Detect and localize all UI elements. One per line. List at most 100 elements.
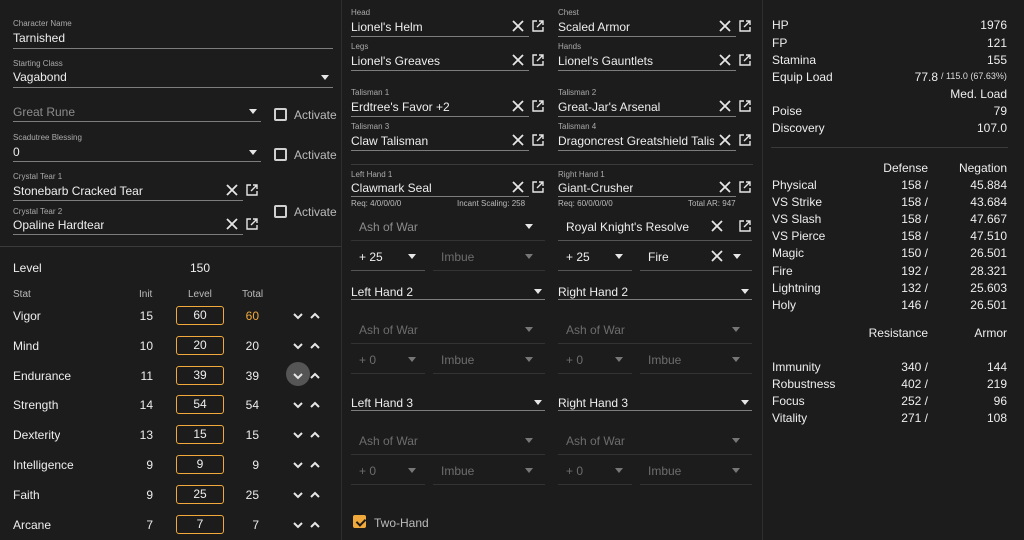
imbue-select[interactable]: Imbue	[441, 464, 474, 478]
ash-of-war-select[interactable]: Ash of War	[359, 323, 418, 337]
scadutree-activate-checkbox[interactable]	[274, 148, 287, 161]
close-icon[interactable]	[225, 183, 239, 197]
chevron-down-icon[interactable]	[525, 438, 533, 443]
chevron-up-icon[interactable]	[309, 429, 321, 441]
chevron-down-icon[interactable]	[741, 400, 749, 405]
open-external-icon[interactable]	[531, 53, 545, 67]
chevron-down-icon[interactable]	[741, 289, 749, 294]
close-icon[interactable]	[511, 53, 525, 67]
chevron-down-icon[interactable]	[292, 519, 304, 531]
stat-level-input[interactable]: 9	[176, 455, 224, 474]
right-hand-1-ash-of-war[interactable]: Royal Knight's Resolve	[566, 220, 689, 234]
open-external-icon[interactable]	[738, 133, 752, 147]
upgrade-select[interactable]: + 0	[566, 464, 583, 478]
close-icon[interactable]	[710, 219, 724, 233]
great-rune-select[interactable]: Great Rune	[13, 105, 75, 119]
great-rune-activate-checkbox[interactable]	[274, 108, 287, 121]
legs-input[interactable]: Lionel's Greaves	[351, 54, 501, 68]
left-hand-1-ash-of-war[interactable]: Ash of War	[359, 220, 418, 234]
close-icon[interactable]	[710, 249, 724, 263]
close-icon[interactable]	[718, 53, 732, 67]
open-external-icon[interactable]	[738, 180, 752, 194]
open-external-icon[interactable]	[738, 53, 752, 67]
open-external-icon[interactable]	[245, 183, 259, 197]
chevron-down-icon[interactable]	[534, 289, 542, 294]
chevron-down-icon[interactable]	[292, 370, 304, 382]
upgrade-select[interactable]: + 0	[359, 464, 376, 478]
chevron-down-icon[interactable]	[408, 468, 416, 473]
open-external-icon[interactable]	[531, 19, 545, 33]
chevron-down-icon[interactable]	[249, 150, 257, 155]
chevron-down-icon[interactable]	[525, 327, 533, 332]
imbue-select[interactable]: Imbue	[441, 353, 474, 367]
upgrade-select[interactable]: + 0	[359, 353, 376, 367]
chevron-down-icon[interactable]	[534, 400, 542, 405]
imbue-select[interactable]: Imbue	[648, 353, 681, 367]
chevron-up-icon[interactable]	[309, 459, 321, 471]
chevron-down-icon[interactable]	[615, 254, 623, 259]
left-hand-1-imbue[interactable]: Imbue	[441, 250, 474, 264]
head-input[interactable]: Lionel's Helm	[351, 20, 501, 34]
chevron-down-icon[interactable]	[732, 327, 740, 332]
close-icon[interactable]	[511, 180, 525, 194]
lh3-select[interactable]: Left Hand 3	[351, 396, 413, 410]
chevron-up-icon[interactable]	[309, 370, 321, 382]
chevron-down-icon[interactable]	[733, 254, 741, 259]
tal3-input[interactable]: Claw Talisman	[351, 134, 501, 148]
chevron-down-icon[interactable]	[525, 254, 533, 259]
tal4-input[interactable]: Dragoncrest Greatshield Talisman	[558, 134, 714, 148]
open-external-icon[interactable]	[245, 217, 259, 231]
close-icon[interactable]	[718, 133, 732, 147]
tal1-input[interactable]: Erdtree's Favor +2	[351, 100, 501, 114]
chevron-down-icon[interactable]	[732, 357, 740, 362]
ash-of-war-select[interactable]: Ash of War	[566, 323, 625, 337]
ash-of-war-select[interactable]: Ash of War	[359, 434, 418, 448]
hands-input[interactable]: Lionel's Gauntlets	[558, 54, 708, 68]
two-hand-checkbox[interactable]	[353, 515, 366, 528]
close-icon[interactable]	[718, 99, 732, 113]
chest-input[interactable]: Scaled Armor	[558, 20, 708, 34]
close-icon[interactable]	[511, 133, 525, 147]
chevron-down-icon[interactable]	[525, 468, 533, 473]
chevron-down-icon[interactable]	[292, 310, 304, 322]
character-name-input[interactable]: Tarnished	[13, 31, 65, 45]
open-external-icon[interactable]	[738, 19, 752, 33]
crystal-tear-2-input[interactable]: Opaline Hardtear	[13, 218, 104, 232]
chevron-down-icon[interactable]	[249, 109, 257, 114]
imbue-select[interactable]: Imbue	[648, 464, 681, 478]
rh3-select[interactable]: Right Hand 3	[558, 396, 628, 410]
scadutree-select[interactable]: 0	[13, 145, 20, 159]
stat-level-input[interactable]: 15	[176, 425, 224, 445]
upgrade-select[interactable]: + 0	[566, 353, 583, 367]
chevron-down-icon[interactable]	[292, 489, 304, 501]
starting-class-select[interactable]: Vagabond	[13, 70, 67, 84]
left-hand-1-input[interactable]: Clawmark Seal	[351, 181, 432, 195]
open-external-icon[interactable]	[531, 133, 545, 147]
chevron-down-icon[interactable]	[408, 357, 416, 362]
stat-level-input[interactable]: 20	[176, 335, 224, 355]
open-external-icon[interactable]	[531, 99, 545, 113]
tear-activate-checkbox[interactable]	[274, 205, 287, 218]
stat-level-input[interactable]: 25	[176, 484, 224, 504]
ash-of-war-select[interactable]: Ash of War	[566, 434, 625, 448]
close-icon[interactable]	[718, 180, 732, 194]
chevron-down-icon[interactable]	[525, 357, 533, 362]
stat-level-input[interactable]: 39	[176, 365, 224, 385]
chevron-down-icon[interactable]	[292, 340, 304, 352]
chevron-up-icon[interactable]	[309, 310, 321, 322]
chevron-down-icon[interactable]	[525, 224, 533, 229]
stat-level-input[interactable]: 54	[176, 395, 224, 415]
tal2-input[interactable]: Great-Jar's Arsenal	[558, 100, 708, 114]
chevron-up-icon[interactable]	[309, 519, 321, 531]
stat-level-input[interactable]: 7	[176, 514, 224, 534]
open-external-icon[interactable]	[531, 180, 545, 194]
right-hand-1-input[interactable]: Giant-Crusher	[558, 181, 633, 195]
right-hand-1-upgrade[interactable]: + 25	[566, 250, 590, 264]
left-hand-1-upgrade[interactable]: + 25	[359, 250, 383, 264]
chevron-down-icon[interactable]	[615, 468, 623, 473]
chevron-up-icon[interactable]	[309, 399, 321, 411]
close-icon[interactable]	[225, 217, 239, 231]
close-icon[interactable]	[718, 19, 732, 33]
chevron-down-icon[interactable]	[292, 399, 304, 411]
chevron-down-icon[interactable]	[615, 357, 623, 362]
